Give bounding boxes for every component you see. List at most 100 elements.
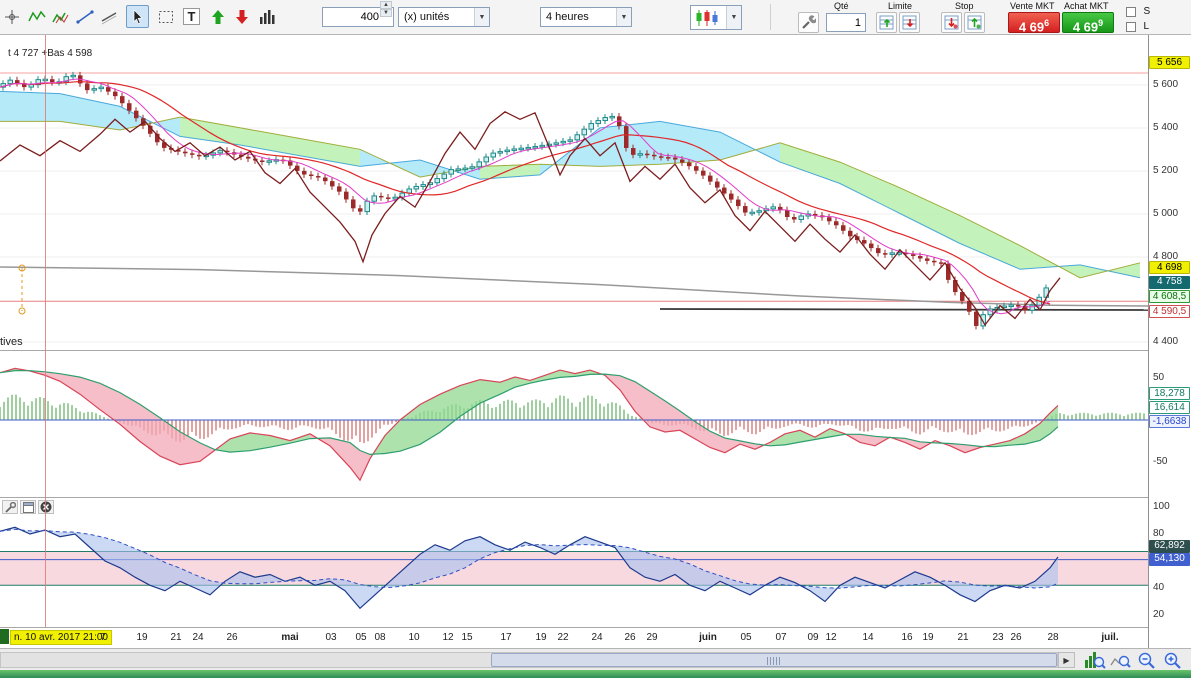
buy-arrow-tool-button[interactable]	[206, 5, 229, 28]
zigzag-channel-tool-button[interactable]	[49, 5, 72, 28]
scroll-right-button[interactable]: ▶	[1058, 652, 1075, 668]
stop-sell-button[interactable]	[941, 12, 962, 33]
limit-buy-button[interactable]	[876, 12, 897, 33]
scrollbar-grip-icon	[767, 657, 781, 665]
s-checkbox[interactable]	[1126, 7, 1136, 17]
indicator-settings-button[interactable]	[2, 500, 18, 514]
date-tick-label: 26	[624, 632, 635, 643]
zoom-out-button[interactable]	[1134, 650, 1159, 670]
text-tool-icon: T	[183, 8, 201, 25]
order-settings-button[interactable]	[798, 12, 819, 33]
stochastic-chart-canvas[interactable]	[0, 498, 1148, 627]
sell-arrow-tool-button[interactable]	[230, 5, 253, 28]
red-down-arrow-icon	[235, 9, 249, 25]
scrollbar-row: ▶	[0, 648, 1191, 670]
date-tick-label: 10	[408, 632, 419, 643]
l-checkbox[interactable]	[1126, 22, 1136, 32]
axis-value-badge: 18,278	[1149, 387, 1190, 400]
date-tick-label: 17	[500, 632, 511, 643]
date-tick-label: 28	[1047, 632, 1058, 643]
toolbar-separator	[770, 4, 771, 30]
price-chart-canvas[interactable]	[0, 35, 1148, 350]
zigzag-tool-button[interactable]	[25, 5, 48, 28]
stop-header: Stop	[955, 1, 974, 11]
date-tick-label: juin	[699, 632, 717, 643]
date-tick-label: 12	[442, 632, 453, 643]
window-icon	[23, 502, 34, 513]
cursor-tool-button[interactable]	[126, 5, 149, 28]
date-tick-label: 19	[535, 632, 546, 643]
ichimoku-cloud	[0, 91, 1140, 277]
axis-value-badge: 5 656	[1149, 56, 1190, 69]
indicator-close-button[interactable]	[38, 500, 54, 514]
chart-zoom-icon	[1084, 651, 1106, 669]
crosshair-icon	[4, 9, 20, 25]
date-tick-label: 09	[807, 632, 818, 643]
date-tick-label: 21	[170, 632, 181, 643]
trendline-tool-button[interactable]	[73, 5, 96, 28]
zigzag-icon	[28, 9, 46, 25]
zigzag-channel-icon	[52, 9, 70, 25]
date-tick-label: 08	[374, 632, 385, 643]
date-tick-label: 19	[136, 632, 147, 643]
qty-input[interactable]	[826, 13, 866, 32]
limit-sell-button[interactable]	[899, 12, 920, 33]
right-axis[interactable]: 5 6005 4005 2005 0004 8004 4005 6564 698…	[1149, 35, 1191, 648]
cursor-arrow-icon	[131, 9, 145, 25]
date-tick-label: 03	[325, 632, 336, 643]
zoom-out-icon	[1137, 651, 1157, 669]
text-tool-button[interactable]: T	[180, 5, 203, 28]
buy-market-button[interactable]: 4 699	[1062, 12, 1114, 33]
units-select[interactable]: (x) unités ▼	[398, 7, 490, 27]
l-checkbox-label: L	[1143, 21, 1149, 32]
axis-label: 40	[1153, 582, 1164, 593]
date-tick-label: 15	[461, 632, 472, 643]
limit-sell-icon	[902, 15, 917, 30]
date-tick-label: juil.	[1101, 632, 1118, 643]
date-tick-label: 22	[557, 632, 568, 643]
macd-chart-canvas[interactable]	[0, 351, 1148, 497]
zoom-selection-button[interactable]	[1108, 650, 1133, 670]
axis-value-badge: -1,6638	[1149, 415, 1190, 428]
buy-mkt-header: Achat MKT	[1064, 1, 1109, 11]
auto-fit-zoom-button[interactable]	[1082, 650, 1107, 670]
axis-value-badge: 16,614	[1149, 401, 1190, 414]
axis-label: 5 400	[1153, 122, 1178, 133]
date-tick-label: 14	[862, 632, 873, 643]
axis-label: 20	[1153, 609, 1164, 620]
chevron-down-icon: ▼	[726, 6, 741, 29]
zoom-in-button[interactable]	[1160, 650, 1185, 670]
selection-rect-icon	[158, 10, 174, 24]
axis-label: 80	[1153, 528, 1164, 539]
date-tick-label: mai	[281, 632, 298, 643]
timeframe-select[interactable]: 4 heures ▼	[540, 7, 632, 27]
sell-price-decimal: 6	[1044, 18, 1049, 28]
date-tick-label: 05	[355, 632, 366, 643]
axis-value-badge: 4 758	[1149, 276, 1190, 289]
date-tick-label: 07	[775, 632, 786, 643]
stop-sell-icon	[944, 15, 959, 30]
date-axis-marker	[0, 629, 9, 644]
selection-rect-tool-button[interactable]	[154, 5, 177, 28]
chart-type-button[interactable]: ▼	[690, 5, 742, 30]
date-tick-label: 19	[922, 632, 933, 643]
date-tick-label: 24	[591, 632, 602, 643]
wrench-icon	[801, 15, 816, 30]
date-axis[interactable]: n. 10 avr. 2017 21:00 719212426mai030508…	[0, 627, 1148, 648]
trading-platform-window: T ▲▼ (x) unités ▼ 4 heures ▼	[0, 0, 1191, 678]
sell-price: 4 69	[1019, 19, 1044, 34]
drawing-line-tool-button[interactable]	[97, 5, 120, 28]
indicator-detach-button[interactable]	[20, 500, 36, 514]
stop-buy-button[interactable]	[964, 12, 985, 33]
histogram-tool-button[interactable]	[256, 5, 279, 28]
stop-buy-icon	[967, 15, 982, 30]
scrollbar-track[interactable]	[0, 652, 1058, 668]
crosshair-tool-button[interactable]	[0, 5, 23, 28]
sell-market-button[interactable]: 4 696	[1008, 12, 1060, 33]
main-toolbar: T ▲▼ (x) unités ▼ 4 heures ▼	[0, 0, 1191, 35]
scrollbar-thumb[interactable]	[491, 653, 1057, 667]
close-icon	[40, 501, 52, 513]
bars-count-spinner[interactable]: ▲▼	[380, 1, 392, 17]
drawing-line-icon	[100, 9, 118, 25]
left-partial-text: tives	[0, 336, 23, 348]
